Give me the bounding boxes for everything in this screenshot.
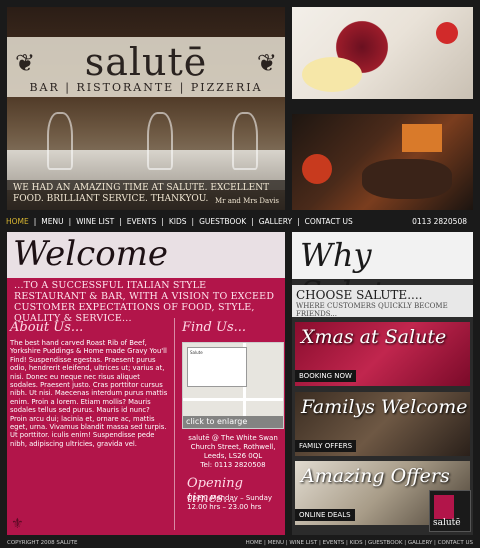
wine-glass-image [147,112,173,170]
location-map[interactable]: Salute click to enlarge [182,342,284,429]
map-road [183,398,283,401]
nav-wine-list[interactable]: WINE LIST [76,217,114,226]
wine-glass-image [47,112,73,170]
welcome-panel: Welcome ...to a successful Italian style… [7,232,285,535]
salute-badge: salutē [429,490,471,532]
brand-tagline: BAR | RISTORANTE | PIZZERIA [29,81,263,94]
welcome-title: Welcome [13,234,169,274]
nav-menu[interactable]: MENU [41,217,63,226]
promo-family[interactable]: Familys Welcome FAMILY OFFERS [295,392,470,456]
about-text: The best hand carved Roast Rib of Beef, … [10,339,168,448]
nav-kids[interactable]: KIDS [169,217,187,226]
badge-logo: salutē [433,518,461,528]
find-heading: Find Us... [182,320,247,335]
map-popup-title: Salute [190,350,203,355]
address: salutē @ The White Swan Church Street, R… [182,434,284,470]
promo-tag[interactable]: ONLINE DEALS [295,509,355,521]
hero-banner: ❦ ❦ salutē BAR | RISTORANTE | PIZZERIA W… [7,7,285,210]
map-popup: Salute [187,347,247,387]
choose-subtitle: WHERE CUSTOMERS QUICKLY BECOME FRIENDS..… [296,302,448,318]
about-heading: About Us... [10,320,84,335]
dessert-photo [292,7,473,99]
telephone: Tel: 0113 2820508 [200,461,266,469]
nav-events[interactable]: EVENTS [127,217,157,226]
nav-guestbook[interactable]: GUESTBOOK [199,217,246,226]
main-nav: HOME | MENU | WINE LIST | EVENTS | KIDS | GUE… [0,215,480,228]
steak-photo [292,114,473,210]
map-enlarge-link[interactable]: click to enlarge [183,416,283,428]
copyright: COPYRIGHT 2008 SALUTE [7,540,78,546]
fleur-icon: ⚜ [11,516,24,532]
address-text: salutē @ The White Swan Church Street, R… [188,434,278,460]
why-panel: Why Salute... CHOOSE SALUTE.... WHERE CU… [292,232,473,535]
promo-tag[interactable]: FAMILY OFFERS [295,440,357,452]
promo-tag[interactable]: BOOKING NOW [295,370,356,382]
welcome-intro: ...to a successful Italian style Restaur… [14,280,275,324]
testimonial-author: Mr and Mrs Davis [214,197,279,205]
footer: COPYRIGHT 2008 SALUTE HOME | MENU | WINE… [0,538,480,548]
testimonial: WE HAD AN AMAZING TIME AT SALUTE. EXCELL… [7,180,285,210]
opening-hours: Open: Monday – Sunday 12.00 hrs – 23.00 … [187,494,273,511]
promo-title: Xmas at Salute [301,326,447,348]
choose-title: CHOOSE SALUTE.... [296,288,423,302]
badge-swatch [434,495,454,519]
promo-title: Familys Welcome [301,396,468,418]
choose-box: CHOOSE SALUTE.... WHERE CUSTOMERS QUICKL… [292,285,473,318]
nav-contact-us[interactable]: CONTACT US [305,217,353,226]
nav-home[interactable]: HOME [6,217,29,226]
column-divider [174,318,175,530]
nav-gallery[interactable]: GALLERY [259,217,292,226]
footer-nav[interactable]: HOME | MENU | WINE LIST | EVENTS | KIDS … [246,538,473,548]
phone-number: 0113 2820508 [412,217,467,226]
wine-glass-image [232,112,258,170]
promo-title: Amazing Offers [301,465,450,487]
promo-xmas[interactable]: Xmas at Salute BOOKING NOW [295,322,470,386]
brand-logo[interactable]: salutē [7,40,285,84]
